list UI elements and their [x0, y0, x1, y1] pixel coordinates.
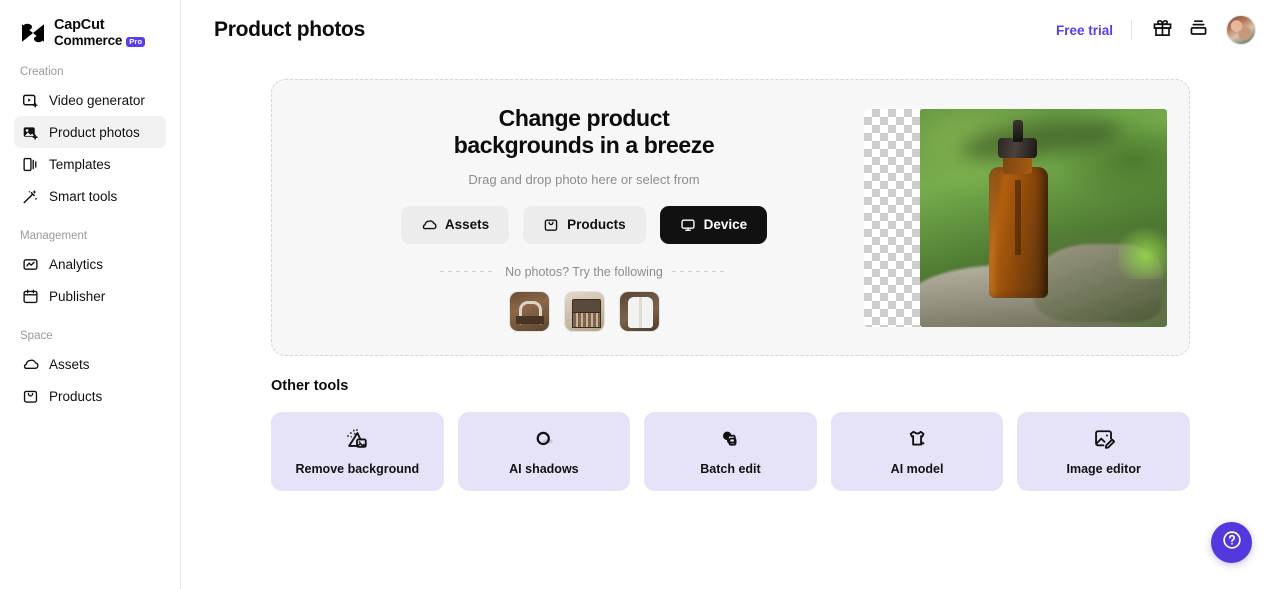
sidebar-item-analytics[interactable]: Analytics	[14, 248, 166, 280]
hero-heading-line2: backgrounds in a breeze	[453, 131, 715, 158]
pro-badge: Pro	[126, 36, 146, 47]
top-bar-actions: Free trial	[1056, 12, 1256, 48]
other-tools-section: Other tools Remove background AI shadows…	[271, 378, 1190, 491]
monitor-icon	[680, 217, 696, 233]
sidebar-item-templates[interactable]: Templates	[14, 148, 166, 180]
products-source-label: Products	[567, 217, 626, 233]
analytics-icon	[22, 256, 39, 273]
products-bag-icon	[22, 388, 39, 405]
stack-button[interactable]	[1180, 12, 1216, 48]
device-source-label: Device	[703, 217, 748, 233]
sidebar-item-product-photos[interactable]: Product photos	[14, 116, 166, 149]
bag-icon	[543, 217, 559, 233]
device-source-button[interactable]: Device	[659, 205, 768, 244]
sidebar-item-smart-tools[interactable]: Smart tools	[14, 180, 166, 212]
sidebar-item-video-generator[interactable]: Video generator	[14, 84, 166, 116]
hero-subtitle: Drag and drop photo here or select from	[468, 171, 700, 187]
tool-card-batch-edit[interactable]: Batch edit	[644, 412, 817, 491]
amber-dropper-bottle-preview	[920, 108, 1167, 327]
products-source-button[interactable]: Products	[523, 205, 646, 244]
upload-hero-card[interactable]: Change product backgrounds in a breeze D…	[271, 79, 1190, 356]
assets-source-button[interactable]: Assets	[400, 205, 510, 244]
sidebar-section-label-management: Management	[20, 230, 88, 243]
sidebar-item-label: Analytics	[49, 256, 104, 272]
brand-name-primary: CapCut	[54, 17, 105, 33]
help-question-icon	[1221, 529, 1243, 556]
divider-line-right	[671, 271, 728, 273]
gift-button[interactable]	[1144, 12, 1180, 48]
source-buttons: Assets Products Device	[400, 205, 768, 244]
remove-background-icon	[345, 427, 369, 451]
other-tools-grid: Remove background AI shadows Batch edit …	[271, 412, 1190, 491]
sidebar-section-management: Management Analytics Publisher	[0, 230, 180, 312]
brand-name-secondary: Commerce	[54, 32, 123, 48]
sidebar-item-label: Templates	[49, 156, 111, 172]
sidebar-section-space: Space Assets Products	[0, 330, 180, 412]
sidebar-item-label: Products	[49, 388, 103, 404]
sidebar-item-label: Video generator	[49, 92, 145, 108]
hero-heading: Change product backgrounds in a breeze	[454, 105, 715, 157]
sidebar-item-label: Smart tools	[49, 188, 118, 204]
top-bar: Product photos Free trial	[181, 0, 1280, 60]
sidebar-item-publisher[interactable]: Publisher	[14, 280, 166, 312]
video-generator-icon	[22, 92, 39, 109]
help-button[interactable]	[1211, 522, 1252, 563]
divider-label: No photos? Try the following	[505, 264, 663, 279]
sidebar: CapCut Commerce Pro Creation Video gener…	[0, 0, 181, 589]
capcut-logo-icon	[20, 21, 46, 45]
tool-card-ai-shadows[interactable]: AI shadows	[457, 412, 631, 491]
page-title: Product photos	[214, 18, 365, 41]
sidebar-item-products[interactable]: Products	[14, 380, 166, 412]
hero-heading-line1: Change product	[498, 105, 670, 132]
tool-label: AI shadows	[509, 462, 579, 476]
gift-icon	[1152, 17, 1173, 43]
tool-card-image-editor[interactable]: Image editor	[1017, 412, 1190, 491]
free-trial-button[interactable]: Free trial	[1056, 23, 1131, 38]
assets-source-label: Assets	[444, 217, 490, 233]
toolbar-divider	[1131, 20, 1132, 40]
sample-thumbnails	[508, 290, 660, 332]
smart-tools-icon	[22, 188, 39, 205]
cloud-assets-icon	[22, 356, 39, 373]
publisher-icon	[22, 288, 39, 305]
batch-edit-icon	[718, 427, 742, 451]
makeup-palette-sample[interactable]	[563, 290, 605, 332]
tool-label: Batch edit	[700, 462, 761, 476]
other-tools-title: Other tools	[271, 378, 349, 394]
divider-line-left	[440, 271, 497, 273]
sidebar-section-label-space: Space	[20, 330, 53, 343]
preview-panel	[864, 108, 1167, 327]
avatar[interactable]	[1226, 15, 1256, 45]
brand-logo[interactable]: CapCut Commerce Pro	[0, 0, 180, 48]
tool-card-ai-model[interactable]: AI model	[830, 412, 1004, 491]
hero-left-panel: Change product backgrounds in a breeze D…	[282, 103, 864, 332]
ai-shadows-icon	[532, 427, 556, 451]
tool-card-remove-background[interactable]: Remove background	[271, 412, 444, 491]
image-editor-icon	[1092, 427, 1116, 451]
sidebar-item-assets[interactable]: Assets	[14, 348, 166, 380]
tool-label: Remove background	[295, 462, 420, 476]
app-root: CapCut Commerce Pro Creation Video gener…	[0, 0, 1280, 589]
sidebar-section-label-creation: Creation	[20, 66, 64, 79]
tool-label: AI model	[890, 462, 944, 476]
main-content: Product photos Free trial Change product…	[181, 0, 1280, 589]
sidebar-item-label: Assets	[49, 356, 90, 372]
templates-icon	[22, 156, 39, 173]
sidebar-item-label: Product photos	[49, 124, 140, 140]
headphones-sample[interactable]	[508, 290, 550, 332]
tool-label: Image editor	[1066, 462, 1141, 476]
product-photos-icon	[22, 124, 39, 141]
sample-divider: No photos? Try the following	[304, 265, 864, 279]
sidebar-section-creation: Creation Video generator Product photos …	[0, 66, 180, 212]
sidebar-item-label: Publisher	[49, 288, 106, 304]
ai-model-icon	[905, 427, 929, 451]
stack-layers-icon	[1188, 17, 1209, 43]
cloud-icon	[421, 217, 437, 233]
white-shirt-sample[interactable]	[618, 290, 660, 332]
